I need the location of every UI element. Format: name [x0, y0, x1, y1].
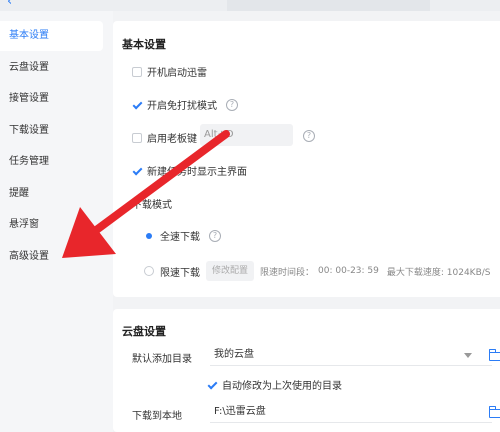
- auto-modify-checkbox[interactable]: [207, 379, 217, 390]
- no-disturb-label: 开启免打扰模式: [147, 101, 217, 112]
- limited-speed-radio[interactable]: [144, 266, 154, 276]
- limit-time-label: 限速时间段：: [260, 267, 315, 278]
- cloud-settings-panel: 云盘设置 默认添加目录 我的云盘 自动修改为上次使用的目录 下载到本地 F:\迅…: [113, 309, 500, 432]
- default-dir-label: 默认添加目录: [132, 354, 192, 365]
- full-speed-label: 全速下载: [160, 232, 200, 243]
- tab-strip: [227, 0, 430, 11]
- sidebar-item-remind[interactable]: 提醒: [0, 179, 103, 209]
- basic-settings-panel: 基本设置 开机启动迅雷 开启免打扰模式 ? 启用老板键 Alt+D ? 新建任务…: [113, 21, 500, 297]
- help-icon[interactable]: ?: [209, 229, 221, 242]
- sidebar-item-advanced[interactable]: 高级设置: [0, 242, 103, 272]
- help-icon[interactable]: ?: [226, 98, 238, 111]
- download-mode-title: 下载模式: [132, 200, 172, 211]
- help-icon[interactable]: ?: [303, 130, 315, 142]
- no-disturb-checkbox[interactable]: [132, 99, 142, 110]
- autostart-row[interactable]: 开机启动迅雷: [132, 64, 207, 79]
- sidebar-item-tasks[interactable]: 任务管理: [0, 147, 103, 177]
- sidebar-item-takeover[interactable]: 接管设置: [0, 84, 103, 114]
- autostart-checkbox[interactable]: [132, 66, 142, 77]
- auto-modify-label: 自动修改为上次使用的目录: [222, 381, 342, 392]
- full-speed-row[interactable]: 全速下载 ?: [144, 228, 221, 243]
- download-local-label: 下载到本地: [132, 411, 182, 422]
- boss-key-row[interactable]: 启用老板键: [132, 130, 197, 145]
- default-dir-select[interactable]: 我的云盘: [210, 344, 492, 366]
- back-icon[interactable]: ‹: [7, 0, 12, 9]
- boss-key-input[interactable]: Alt+D: [200, 124, 293, 146]
- cloud-settings-title: 云盘设置: [122, 325, 166, 338]
- sidebar-item-cloud[interactable]: 云盘设置: [0, 53, 103, 83]
- boss-key-label: 启用老板键: [147, 134, 197, 145]
- max-speed-label: 最大下载速度: 1024KB/S: [386, 267, 491, 278]
- full-speed-radio[interactable]: [144, 230, 154, 241]
- show-main-row[interactable]: 新建任务时显示主界面: [132, 163, 247, 178]
- top-bar: ‹: [0, 0, 500, 11]
- download-local-input[interactable]: F:\迅雷云盘: [210, 401, 492, 423]
- sidebar-item-float[interactable]: 悬浮窗: [0, 210, 103, 240]
- default-dir-value: 我的云盘: [214, 349, 254, 360]
- limited-speed-row[interactable]: 限速下载 修改配置 限速时间段： 00: 00-23: 59 最大下载速度: 1…: [144, 261, 491, 281]
- folder-icon[interactable]: [489, 406, 500, 418]
- show-main-label: 新建任务时显示主界面: [147, 167, 247, 178]
- folder-icon[interactable]: [489, 349, 500, 361]
- boss-key-checkbox[interactable]: [132, 132, 142, 143]
- basic-settings-title: 基本设置: [122, 38, 166, 51]
- sidebar-item-download[interactable]: 下载设置: [0, 116, 103, 146]
- auto-modify-row[interactable]: 自动修改为上次使用的目录: [207, 377, 342, 392]
- sidebar: 基本设置 云盘设置 接管设置 下载设置 任务管理 提醒 悬浮窗 高级设置: [0, 11, 113, 432]
- download-local-value: F:\迅雷云盘: [214, 406, 266, 417]
- limit-time-value: 00: 00-23: 59: [318, 266, 379, 276]
- edit-config-button[interactable]: 修改配置: [206, 261, 255, 281]
- autostart-label: 开机启动迅雷: [147, 68, 207, 79]
- chevron-down-icon[interactable]: [464, 353, 472, 358]
- sidebar-item-basic[interactable]: 基本设置: [0, 21, 103, 51]
- show-main-checkbox[interactable]: [132, 165, 142, 176]
- no-disturb-row[interactable]: 开启免打扰模式 ?: [132, 97, 238, 112]
- limited-speed-label: 限速下载: [160, 267, 200, 279]
